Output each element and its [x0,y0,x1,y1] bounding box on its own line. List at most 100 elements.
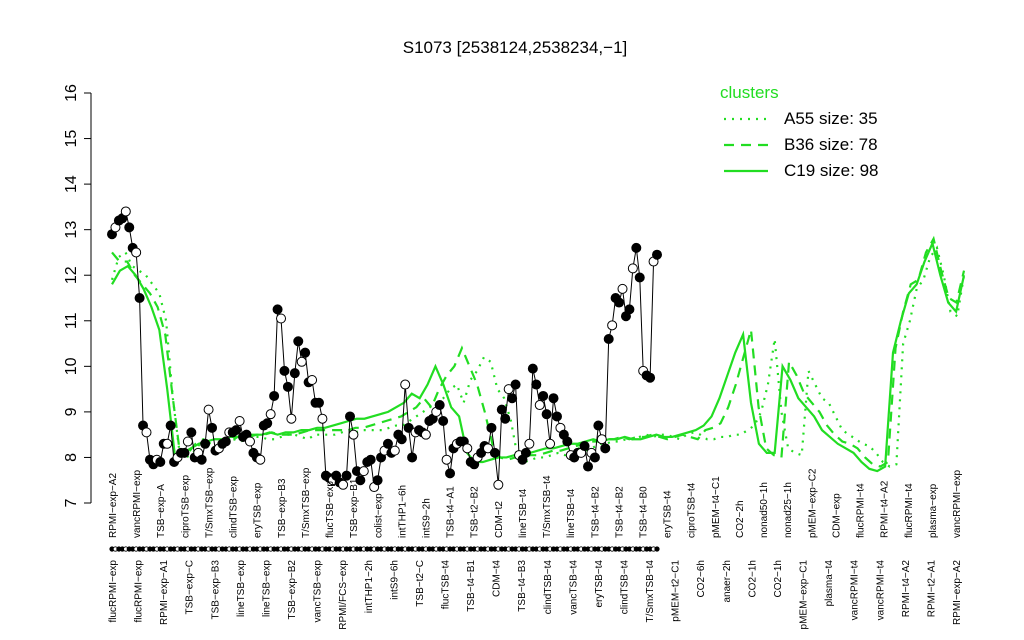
data-point [124,222,135,233]
rug-mark [654,546,660,552]
data-point [182,436,193,447]
data-point [313,397,324,408]
x-tick-label: TSB−exp−B1 [349,478,360,538]
data-point [220,436,231,447]
y-tick-label: 16 [63,84,80,102]
y-tick-label: 10 [63,357,80,375]
data-point [510,379,521,390]
x-tick-label: intTHP1−6h [397,485,408,538]
x-tick-label: TSB−exp−B2 [287,560,298,620]
data-point [286,413,297,424]
x-tick-label: RPMI−t4−A2 [901,560,912,618]
x-tick-label: RPMI−exp−A2 [952,560,963,625]
x-tick-label: eryTSB−t4 [594,560,605,608]
legend-entry: A55 size: 35 [784,109,878,128]
x-tick-label: flucRPMI−t4 [856,483,867,538]
data-point [507,393,518,404]
data-point [420,429,431,440]
x-tick-label: pMEM−exp−C1 [799,560,810,630]
data-point [652,249,663,260]
x-tick-label: TSB−exp−C [185,560,196,614]
x-tick-label: plasma−t4 [824,560,835,607]
data-point [579,441,590,452]
data-point [538,390,549,401]
data-point [634,272,645,283]
legend-title: clusters [720,83,779,102]
x-tick-label: pMEM−t4−C1 [711,476,722,538]
x-tick-label: intTHP1−2h [364,560,375,613]
data-point [545,438,556,449]
chart: S1073 [2538124,2538234,−1] 7 8 9 10 11 12 13 14… [63,38,966,630]
x-tick-label: TSB−exp−B3 [210,560,221,620]
data-point [407,452,418,463]
data-point [438,416,449,426]
x-tick-label: CO2−2h [735,500,746,538]
data-point [179,447,190,458]
data-point [293,336,304,347]
data-point [520,447,531,458]
x-tick-label: TSB−exp−A [156,484,167,538]
data-point [531,379,542,390]
data-point [593,420,604,431]
data-point [607,320,618,331]
data-point [389,445,400,456]
y-axis: 7 8 9 10 11 12 13 14 15 16 [63,84,92,507]
x-tick-label: flucTSB−exp [325,481,336,538]
x-tick-label: eryTSB−exp [253,482,264,538]
data-point [617,283,628,294]
x-tick-label: vancRPMI−t4 [875,560,886,621]
x-tick-label: plasma−exp [928,483,939,538]
data-point [338,479,349,490]
data-point [627,263,638,274]
x-tick-label: TSB−t4−B3 [517,560,528,612]
data-point [462,443,473,454]
x-tick-label: intS9−2h [421,498,432,538]
x-tick-label: intS9−6h [389,560,400,600]
data-point [196,454,207,465]
x-tick-label: clindTSB−t4 [620,560,631,615]
y-tick-label: 14 [63,175,80,193]
data-point [489,447,500,458]
x-tick-label: lineTSB−t4 [566,488,577,538]
data-point [614,297,625,308]
data-point [165,420,176,431]
data-point [141,427,152,438]
y-tick-label: 8 [63,453,80,462]
legend-entry: B36 size: 78 [784,135,878,154]
x-tick-label: pMEM−exp−C2 [807,468,818,538]
data-point [269,390,280,401]
data-point [603,334,614,344]
x-tick-label: TSB−t4−A1 [446,486,457,538]
x-tick-label: T/SmxTSB−t4 [542,475,553,538]
data-point [600,443,611,454]
x-tick-label: nonad50−1h [759,482,770,538]
data-point [396,434,407,445]
data-point [400,379,411,390]
x-tick-label: vancTSB−exp [313,560,324,623]
data-point [289,368,300,379]
data-point [276,313,287,324]
x-tick-label: vancRPMI−exp [952,469,963,538]
x-tick-label: lineTSB−exp [236,560,247,617]
x-tick-label: CDM−t4 [492,560,503,597]
x-tick-label: CO2−6h [696,560,707,598]
x-tick-label: flucRPMI−exp [134,560,145,623]
x-tick-label: pMEM−t2−C1 [671,560,682,622]
data-point [541,409,552,420]
data-point [203,404,214,415]
x-tick-label: T/SmxTSB−t4 [645,560,656,623]
data-point [524,438,535,449]
data-point [486,422,497,433]
x-tick-label: anaer−2h [722,560,733,603]
x-tick-label: colist−exp [373,493,384,538]
x-tick-label: TSB−t4−B0 [639,486,650,538]
x-tick-label: TSB−t4−B1 [466,560,477,612]
y-tick-label: 11 [63,312,80,329]
data-point [365,454,376,465]
data-point [624,304,635,315]
data-point [527,363,538,374]
data-point [307,375,318,385]
x-tick-label: vancTSB−t4 [568,560,579,615]
data-point [262,418,273,429]
data-point [348,429,359,440]
